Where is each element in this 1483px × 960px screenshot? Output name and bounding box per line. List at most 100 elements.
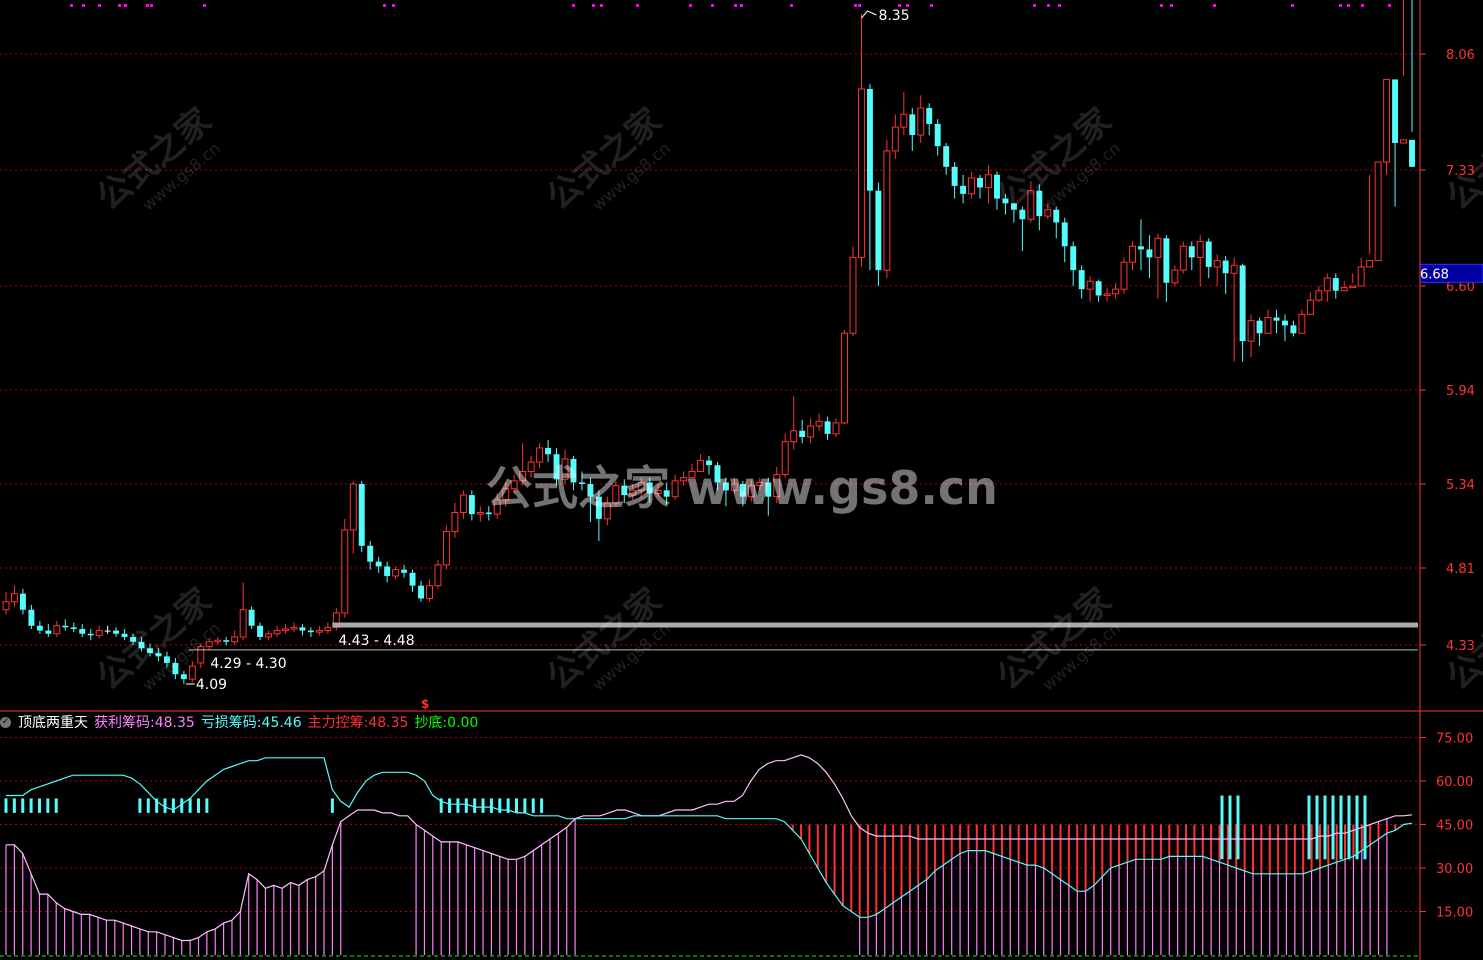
candle[interactable] bbox=[773, 466, 781, 504]
candle[interactable] bbox=[527, 455, 535, 478]
candle[interactable] bbox=[239, 582, 247, 641]
candle[interactable] bbox=[1163, 235, 1170, 302]
candle[interactable] bbox=[934, 119, 941, 156]
candle[interactable] bbox=[561, 449, 569, 484]
candle[interactable] bbox=[104, 625, 111, 634]
candle[interactable] bbox=[468, 490, 475, 521]
candle[interactable] bbox=[545, 440, 552, 463]
candle[interactable] bbox=[832, 418, 840, 437]
candle[interactable] bbox=[612, 480, 620, 507]
candle[interactable] bbox=[756, 477, 764, 491]
candle[interactable] bbox=[11, 585, 18, 607]
candle[interactable] bbox=[841, 330, 848, 425]
candle[interactable] bbox=[706, 455, 712, 475]
candle[interactable] bbox=[155, 648, 162, 662]
candle[interactable] bbox=[485, 506, 492, 521]
candle[interactable] bbox=[747, 479, 755, 502]
candle[interactable] bbox=[1061, 217, 1068, 263]
candle[interactable] bbox=[1383, 78, 1391, 175]
candle[interactable] bbox=[1137, 219, 1144, 271]
candle[interactable] bbox=[493, 493, 501, 519]
candle[interactable] bbox=[1247, 314, 1255, 357]
candle[interactable] bbox=[671, 474, 679, 500]
candle[interactable] bbox=[654, 484, 662, 497]
candle[interactable] bbox=[2, 592, 10, 615]
candle[interactable] bbox=[36, 620, 43, 634]
candle[interactable] bbox=[341, 518, 349, 618]
candle[interactable] bbox=[1323, 273, 1331, 302]
candle[interactable] bbox=[1196, 235, 1204, 286]
candle[interactable] bbox=[621, 479, 628, 504]
candle[interactable] bbox=[1290, 320, 1297, 337]
candle[interactable] bbox=[1086, 276, 1094, 302]
candle[interactable] bbox=[883, 139, 891, 279]
candle[interactable] bbox=[265, 630, 273, 641]
candle[interactable] bbox=[180, 671, 187, 684]
candle[interactable] bbox=[1205, 238, 1212, 279]
candle[interactable] bbox=[299, 624, 306, 636]
candle[interactable] bbox=[595, 490, 602, 542]
candle[interactable] bbox=[1230, 257, 1238, 362]
candle[interactable] bbox=[510, 474, 518, 494]
candle[interactable] bbox=[1154, 233, 1162, 299]
candle[interactable] bbox=[121, 628, 128, 641]
candle[interactable] bbox=[1044, 203, 1052, 220]
candle[interactable] bbox=[223, 636, 230, 645]
candle[interactable] bbox=[1002, 193, 1009, 215]
settings-icon[interactable]: ✓ bbox=[0, 716, 11, 728]
candle[interactable] bbox=[1129, 241, 1136, 271]
candle[interactable] bbox=[392, 566, 400, 580]
candle[interactable] bbox=[113, 627, 120, 637]
candle[interactable] bbox=[1036, 184, 1043, 231]
candle[interactable] bbox=[1366, 174, 1374, 268]
candle[interactable] bbox=[1264, 309, 1272, 334]
candle[interactable] bbox=[358, 480, 365, 553]
candle[interactable] bbox=[1146, 235, 1153, 279]
candle[interactable] bbox=[130, 633, 137, 645]
candle[interactable] bbox=[977, 174, 984, 199]
candle[interactable] bbox=[875, 182, 882, 286]
candle[interactable] bbox=[459, 490, 467, 519]
candle[interactable] bbox=[603, 496, 611, 526]
candle[interactable] bbox=[367, 541, 374, 570]
candle[interactable] bbox=[349, 480, 357, 554]
candle[interactable] bbox=[197, 643, 205, 668]
candle[interactable] bbox=[1171, 265, 1179, 286]
candle[interactable] bbox=[384, 561, 391, 583]
candle[interactable] bbox=[917, 95, 925, 143]
candle[interactable] bbox=[45, 624, 52, 637]
candle[interactable] bbox=[891, 114, 899, 159]
candle[interactable] bbox=[857, 14, 865, 267]
candle[interactable] bbox=[476, 506, 484, 523]
candle[interactable] bbox=[290, 622, 298, 633]
candle[interactable] bbox=[1213, 254, 1221, 286]
candle[interactable] bbox=[680, 471, 688, 486]
candle[interactable] bbox=[943, 142, 950, 175]
stock-chart[interactable]: 8.067.336.605.945.344.814.336.6875.0060.… bbox=[0, 0, 1483, 960]
candle[interactable] bbox=[722, 477, 729, 507]
candle[interactable] bbox=[282, 624, 289, 634]
candle[interactable] bbox=[231, 630, 239, 645]
candle[interactable] bbox=[502, 482, 510, 507]
candle[interactable] bbox=[315, 625, 323, 636]
candle[interactable] bbox=[1315, 286, 1323, 302]
candle[interactable] bbox=[87, 628, 94, 641]
candle[interactable] bbox=[909, 108, 916, 151]
candle[interactable] bbox=[578, 471, 585, 491]
candle[interactable] bbox=[1409, 0, 1415, 167]
candle[interactable] bbox=[790, 396, 798, 450]
candle[interactable] bbox=[637, 477, 645, 499]
candle[interactable] bbox=[1188, 241, 1195, 271]
candle[interactable] bbox=[1078, 265, 1085, 299]
candle[interactable] bbox=[968, 171, 976, 199]
candle[interactable] bbox=[553, 447, 560, 486]
candle[interactable] bbox=[824, 416, 831, 441]
candle[interactable] bbox=[163, 651, 170, 668]
candle[interactable] bbox=[451, 503, 459, 538]
candle[interactable] bbox=[688, 463, 696, 479]
candle[interactable] bbox=[536, 443, 544, 469]
candle[interactable] bbox=[951, 162, 958, 199]
candle[interactable] bbox=[1349, 273, 1357, 289]
candle[interactable] bbox=[1256, 317, 1263, 346]
candle[interactable] bbox=[401, 564, 408, 578]
